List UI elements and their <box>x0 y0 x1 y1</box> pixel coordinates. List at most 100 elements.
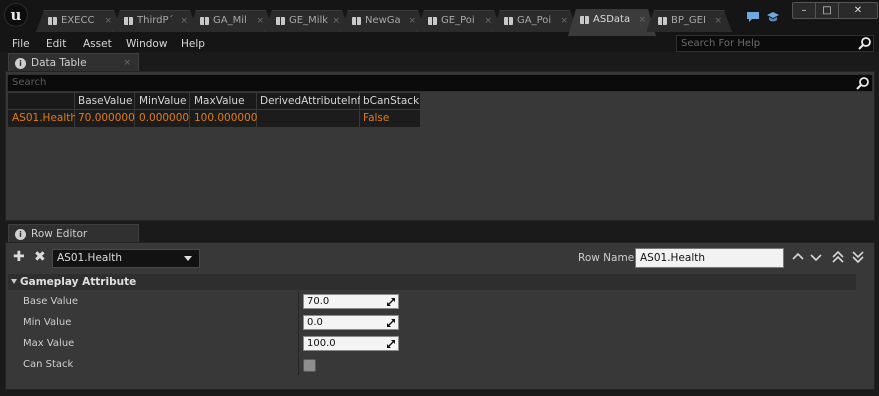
blueprint-asset-icon <box>276 17 285 25</box>
blueprint-asset-icon <box>352 17 361 25</box>
tab-close-icon[interactable]: × <box>104 11 112 31</box>
tab-label: GE_Poi <box>441 15 475 26</box>
tab-row-editor[interactable]: i Row Editor <box>8 224 139 243</box>
base-value-field[interactable]: 70.0 <box>303 294 399 309</box>
table-row-name-cell[interactable]: AS01.Health <box>8 110 77 127</box>
help-search-input[interactable]: Search For Help <box>676 35 874 52</box>
column-header-minvalue[interactable]: MinValue <box>135 93 189 109</box>
move-row-down-icon[interactable] <box>808 248 824 266</box>
data-table-asset-icon <box>580 16 589 24</box>
tab-label: NewGa <box>365 15 401 26</box>
column-header-bcanstack[interactable]: bCanStack <box>360 93 420 109</box>
tab-label: GE_Milk <box>289 15 329 26</box>
tab-label: EXECC <box>61 15 95 26</box>
editor-tab-ge-milk[interactable]: GE_Milk × <box>264 10 350 32</box>
max-value-field[interactable]: 100.0 <box>303 336 399 351</box>
table-cell-bcanstack[interactable]: False <box>360 110 420 127</box>
tab-close-icon[interactable]: × <box>256 11 264 31</box>
chevron-down-icon <box>184 256 192 261</box>
tab-close-icon[interactable]: × <box>714 11 722 31</box>
tab-label: ASData <box>593 14 631 25</box>
tab-close-icon[interactable]: × <box>638 10 646 30</box>
table-cell-minvalue[interactable]: 0.000000 <box>135 110 189 127</box>
editor-tab-thirdperson[interactable]: ThirdP´ × <box>112 10 198 32</box>
blueprint-asset-icon <box>200 17 209 25</box>
column-header-derivedattributeinfo[interactable]: DerivedAttributeInfo <box>257 93 367 109</box>
drag-resize-icon[interactable] <box>387 319 395 327</box>
learn-mortarboard-icon[interactable] <box>766 11 780 23</box>
tab-data-table[interactable]: i Data Table × <box>8 53 139 72</box>
min-value-field[interactable]: 0.0 <box>303 315 399 330</box>
search-icon[interactable] <box>856 76 870 90</box>
window-controls: – □ ✕ <box>792 2 878 19</box>
tab-close-icon[interactable]: × <box>123 54 131 72</box>
move-row-up-icon[interactable] <box>790 248 806 266</box>
menu-asset[interactable]: Asset <box>83 37 112 51</box>
table-cell-derivedattributeinfo[interactable] <box>257 110 359 127</box>
column-header-maxvalue[interactable]: MaxValue <box>190 93 256 109</box>
drag-resize-icon[interactable] <box>387 340 395 348</box>
editor-tab-ga-poi[interactable]: GA_Poi × <box>492 10 578 32</box>
table-cell-basevalue[interactable]: 70.000000 <box>75 110 135 127</box>
help-search-placeholder: Search For Help <box>681 38 761 49</box>
data-table-search-input[interactable]: Search <box>7 74 873 92</box>
can-stack-label: Can Stack <box>23 359 74 370</box>
maximize-button[interactable]: □ <box>816 3 839 18</box>
collapse-arrow-icon[interactable] <box>11 279 17 284</box>
min-value-label: Min Value <box>23 317 72 328</box>
unreal-logo-icon[interactable]: u <box>4 3 28 27</box>
search-placeholder: Search <box>12 77 47 88</box>
menu-file[interactable]: File <box>12 37 30 51</box>
tab-label: BP_GEI <box>671 15 706 26</box>
gameplay-attribute-section-header[interactable]: Gameplay Attribute <box>8 274 856 290</box>
blueprint-asset-icon <box>48 17 57 25</box>
property-column-divider[interactable] <box>298 291 299 375</box>
panel-tab-label: Row Editor <box>31 228 88 240</box>
blueprint-asset-icon <box>658 17 667 25</box>
close-window-button[interactable]: ✕ <box>839 3 877 18</box>
tab-close-icon[interactable]: × <box>560 11 568 31</box>
title-bar: u EXECC × ThirdP´ × GA_Mil × GE_Milk × N… <box>0 0 879 36</box>
tab-close-icon[interactable]: × <box>180 11 188 31</box>
tab-close-icon[interactable]: × <box>408 11 416 31</box>
selected-row-value: AS01.Health <box>57 252 123 264</box>
row-name-label: Row Name: <box>578 252 638 264</box>
editor-tab-ga-mil[interactable]: GA_Mil × <box>188 10 274 32</box>
menu-window[interactable]: Window <box>126 37 167 51</box>
tab-label: ThirdP´ <box>137 15 174 26</box>
section-title: Gameplay Attribute <box>20 276 137 288</box>
minimize-button[interactable]: – <box>793 3 816 18</box>
table-cell-maxvalue[interactable]: 100.000000 <box>190 110 257 127</box>
search-icon[interactable] <box>858 37 872 50</box>
max-value-label: Max Value <box>23 338 75 349</box>
blueprint-asset-icon <box>428 17 437 25</box>
column-header-row-name[interactable] <box>8 93 74 109</box>
editor-tab-bp-gei[interactable]: BP_GEI × <box>646 10 732 32</box>
tab-close-icon[interactable]: × <box>332 11 340 31</box>
base-value-text: 70.0 <box>307 296 330 307</box>
chat-bubble-icon[interactable] <box>746 11 760 23</box>
info-icon: i <box>15 229 26 240</box>
remove-row-button[interactable]: ✖ <box>34 250 46 264</box>
move-row-to-top-icon[interactable] <box>830 248 846 266</box>
can-stack-checkbox[interactable] <box>303 359 316 372</box>
editor-tab-newga[interactable]: NewGa × <box>340 10 426 32</box>
blueprint-asset-icon <box>504 17 513 25</box>
add-row-button[interactable]: ✚ <box>13 250 25 264</box>
editor-tab-ge-poi[interactable]: GE_Poi × <box>416 10 502 32</box>
menu-help[interactable]: Help <box>181 37 205 51</box>
row-select-dropdown[interactable]: AS01.Health <box>52 249 200 268</box>
drag-resize-icon[interactable] <box>387 298 395 306</box>
min-value-text: 0.0 <box>307 317 323 328</box>
row-name-input[interactable]: AS01.Health <box>635 248 784 268</box>
menu-edit[interactable]: Edit <box>46 37 66 51</box>
column-header-basevalue[interactable]: BaseValue <box>75 93 134 109</box>
max-value-text: 100.0 <box>307 338 336 349</box>
editor-tab-execc[interactable]: EXECC × <box>36 10 122 32</box>
tab-close-icon[interactable]: × <box>484 11 492 31</box>
editor-tab-asdata[interactable]: ASData × <box>568 9 656 36</box>
panel-tab-label: Data Table <box>31 57 87 69</box>
move-row-to-bottom-icon[interactable] <box>850 248 866 266</box>
blueprint-asset-icon <box>124 17 133 25</box>
tab-label: GA_Mil <box>213 15 247 26</box>
